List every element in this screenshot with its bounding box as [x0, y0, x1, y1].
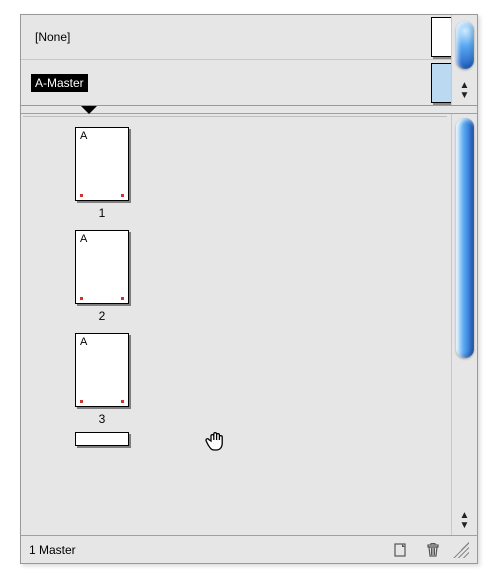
page-master-prefix: A: [80, 336, 87, 348]
pages-panel: [None] A-Master ▲ ▼ A 1: [20, 14, 478, 564]
pages-scrollbar[interactable]: ▲ ▼: [451, 114, 477, 535]
panel-footer: 1 Master: [21, 535, 477, 563]
masters-scrollbar[interactable]: ▲ ▼: [451, 15, 477, 105]
page-item[interactable]: A 2: [67, 230, 137, 323]
master-row-a[interactable]: A-Master: [21, 60, 477, 105]
masters-section: [None] A-Master ▲ ▼: [21, 15, 477, 106]
master-label-none: [None]: [31, 28, 431, 46]
page-master-prefix: A: [80, 130, 87, 142]
page-thumb[interactable]: A: [75, 127, 129, 201]
section-divider[interactable]: [21, 106, 477, 114]
master-row-none[interactable]: [None]: [21, 15, 477, 60]
page-number-label: 1: [99, 206, 106, 220]
pages-scroll-thumb[interactable]: [456, 118, 474, 358]
page-item[interactable]: [67, 432, 137, 446]
resize-grip-icon[interactable]: [453, 542, 469, 558]
masters-scroll-thumb[interactable]: [456, 21, 474, 69]
page-thumb[interactable]: A: [75, 333, 129, 407]
divider-marker-icon: [81, 106, 97, 114]
page-item[interactable]: A 3: [67, 333, 137, 426]
status-text: 1 Master: [29, 543, 385, 557]
page-thumb[interactable]: A: [75, 230, 129, 304]
page-thumb[interactable]: [75, 432, 129, 446]
pages-list[interactable]: A 1 A 2 A 3: [23, 116, 447, 533]
page-item[interactable]: A 1: [67, 127, 137, 220]
pages-section: A 1 A 2 A 3: [21, 114, 477, 535]
pages-scroll-down-icon[interactable]: ▼: [460, 521, 470, 531]
trash-icon[interactable]: [423, 541, 443, 559]
page-number-label: 2: [99, 309, 106, 323]
page-master-prefix: A: [80, 233, 87, 245]
new-page-icon[interactable]: [391, 541, 411, 559]
page-number-label: 3: [99, 412, 106, 426]
grab-cursor-icon: [203, 427, 233, 460]
master-label-a: A-Master: [31, 74, 88, 92]
masters-scroll-down-icon[interactable]: ▼: [460, 91, 470, 101]
